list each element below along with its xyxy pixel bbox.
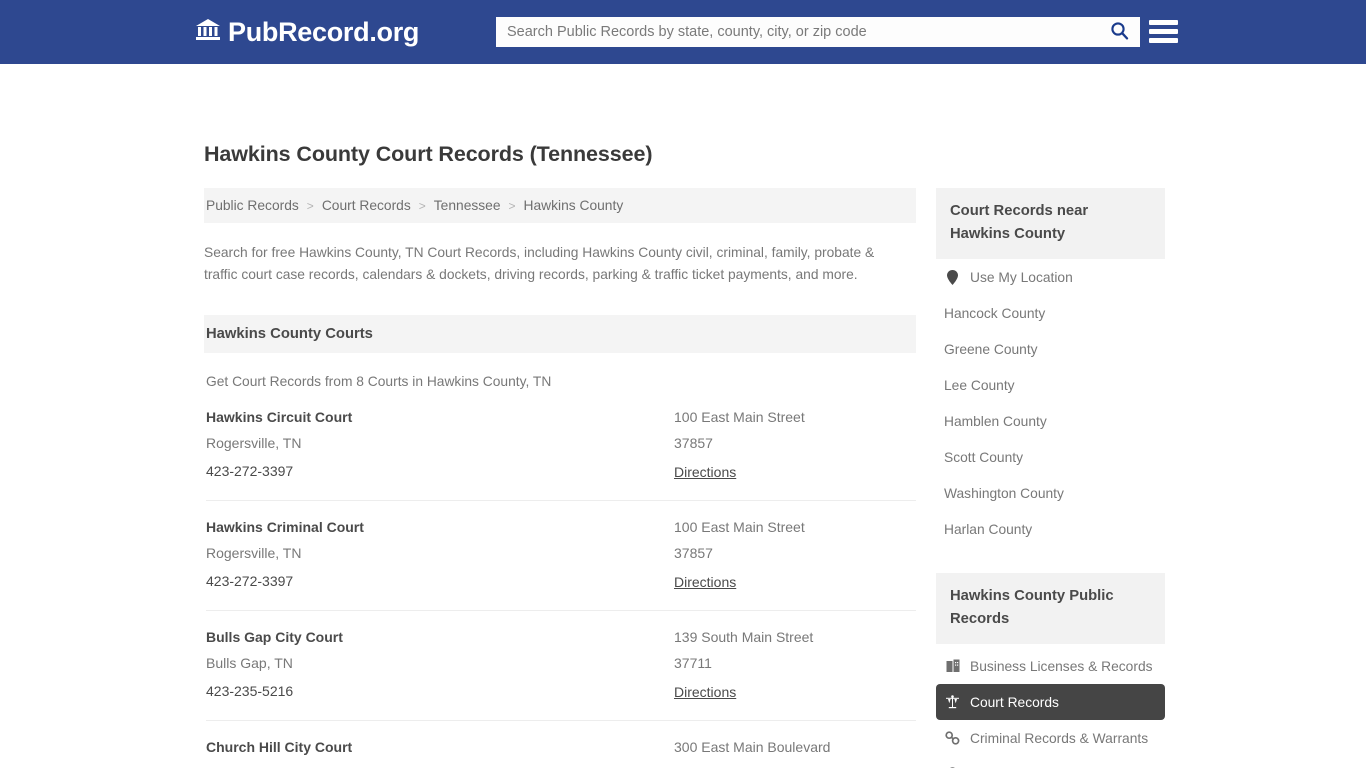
site-logo-text: PubRecord.org (228, 16, 420, 47)
breadcrumb-separator: > (508, 198, 516, 213)
table-row: Church Hill City Court Church Hill, TN 4… (206, 721, 916, 768)
breadcrumb-item-hawkins-county[interactable]: Hawkins County (524, 198, 624, 213)
scales-of-justice-icon (944, 695, 961, 709)
court-city: Bulls Gap, TN (206, 654, 293, 671)
directions-link[interactable]: Directions (674, 465, 736, 479)
search-button[interactable] (1098, 17, 1140, 47)
table-row: Hawkins Circuit Court Rogersville, TN 42… (206, 389, 916, 501)
sidebar-item-label: Lee County (944, 377, 1015, 393)
hamburger-menu-icon (1149, 29, 1178, 34)
sidebar-item-hamblen-county[interactable]: Hamblen County (936, 403, 1165, 439)
sidebar-item-label: Washington County (944, 485, 1064, 501)
sidebar-item-harlan-county[interactable]: Harlan County (936, 511, 1165, 547)
sidebar-item-label: Greene County (944, 341, 1038, 357)
table-row: Bulls Gap City Court Bulls Gap, TN 423-2… (206, 611, 916, 721)
page-body: Hawkins County Court Records (Tennessee)… (0, 64, 1366, 768)
courts-section-subtitle: Get Court Records from 8 Courts in Hawki… (206, 373, 552, 389)
sidebar-item-label: Scott County (944, 449, 1023, 465)
court-info-right: 139 South Main Street 37711 Directions (674, 630, 916, 702)
sidebar-item-label: Use My Location (970, 269, 1073, 285)
hamburger-menu-icon (1149, 20, 1178, 25)
map-pin-icon (944, 269, 961, 285)
directions-link[interactable]: Directions (674, 575, 736, 589)
sidebar-item-scott-county[interactable]: Scott County (936, 439, 1165, 475)
court-info-left: Hawkins Criminal Court Rogersville, TN 4… (206, 520, 674, 592)
page-intro-text: Search for free Hawkins County, TN Court… (204, 245, 875, 283)
sidebar-item-hancock-county[interactable]: Hancock County (936, 295, 1165, 331)
main-content: Hawkins County Court Records (Tennessee)… (204, 142, 916, 768)
page-title: Hawkins County Court Records (Tennessee) (204, 142, 653, 166)
court-street: 139 South Main Street (674, 628, 814, 645)
court-street: 100 East Main Street (674, 408, 805, 425)
sidebar-public-records-group: Hawkins County Public Records Business L… (936, 573, 1165, 768)
court-info-left: Church Hill City Court Church Hill, TN 4… (206, 740, 674, 768)
court-info-right: 100 East Main Street 37857 Directions (674, 520, 916, 592)
sidebar-item-use-my-location[interactable]: Use My Location (936, 259, 1165, 295)
court-city: Rogersville, TN (206, 434, 302, 451)
bank-building-icon (195, 17, 221, 47)
sidebar-item-label: Criminal Records & Warrants (970, 730, 1149, 746)
breadcrumb-item-court-records[interactable]: Court Records (322, 198, 411, 213)
court-phone: 423-272-3397 (206, 462, 294, 479)
sidebar-item-label: Hamblen County (944, 413, 1047, 429)
site-logo[interactable]: PubRecord.org (195, 17, 419, 47)
search-icon (1110, 21, 1129, 43)
court-street: 100 East Main Street (674, 518, 805, 535)
breadcrumb-item-tennessee[interactable]: Tennessee (434, 198, 501, 213)
sidebar-item-label: Harlan County (944, 521, 1033, 537)
sidebar-item-label: Business Licenses & Records (970, 658, 1153, 674)
sidebar-item-business-licenses[interactable]: Business Licenses & Records (936, 648, 1165, 684)
handcuffs-icon (944, 731, 961, 745)
courts-list: Hawkins Circuit Court Rogersville, TN 42… (204, 389, 916, 768)
court-name[interactable]: Bulls Gap City Court (206, 630, 674, 644)
table-row: Hawkins Criminal Court Rogersville, TN 4… (206, 501, 916, 611)
sidebar-public-records-header: Hawkins County Public Records (936, 573, 1165, 645)
sidebar-public-records-list: Business Licenses & Records Court Record… (936, 648, 1165, 768)
court-zip: 37857 (674, 434, 713, 451)
sidebar-item-court-records[interactable]: Court Records (936, 684, 1165, 721)
court-zip: 37857 (674, 544, 713, 561)
search-input[interactable] (496, 17, 1098, 47)
sidebar-item-inmate-jail-records[interactable]: Inmate & Jail Records (936, 756, 1165, 768)
sidebar-nearby-header: Court Records near Hawkins County (936, 188, 1165, 260)
court-phone: 423-272-3397 (206, 572, 294, 589)
briefcase-icon (944, 659, 961, 673)
court-zip: 37711 (674, 654, 712, 671)
court-info-right: 100 East Main Street 37857 Directions (674, 410, 916, 482)
breadcrumb-separator: > (418, 198, 426, 213)
sidebar-item-label: Hancock County (944, 305, 1046, 321)
hamburger-menu-icon (1149, 38, 1178, 43)
court-info-right: 300 East Main Boulevard 37642 Directions (674, 740, 916, 768)
court-name[interactable]: Church Hill City Court (206, 740, 674, 754)
search-bar (496, 17, 1140, 47)
sidebar-item-label: Court Records (970, 694, 1059, 710)
courts-section-header: Hawkins County Courts (204, 314, 916, 353)
court-city: Rogersville, TN (206, 544, 302, 561)
court-info-left: Hawkins Circuit Court Rogersville, TN 42… (206, 410, 674, 482)
court-name[interactable]: Hawkins Criminal Court (206, 520, 674, 534)
sidebar-item-criminal-records[interactable]: Criminal Records & Warrants (936, 720, 1165, 756)
directions-link[interactable]: Directions (674, 685, 736, 699)
court-info-left: Bulls Gap City Court Bulls Gap, TN 423-2… (206, 630, 674, 702)
court-street: 300 East Main Boulevard (674, 738, 831, 755)
breadcrumb: Public Records > Court Records > Tenness… (204, 188, 916, 223)
sidebar-item-lee-county[interactable]: Lee County (936, 367, 1165, 403)
court-name[interactable]: Hawkins Circuit Court (206, 410, 674, 424)
sidebar-item-greene-county[interactable]: Greene County (936, 331, 1165, 367)
sidebar-item-washington-county[interactable]: Washington County (936, 475, 1165, 511)
sidebar: Court Records near Hawkins County Use My… (936, 188, 1165, 768)
court-phone: 423-235-5216 (206, 682, 294, 699)
hamburger-menu-button[interactable] (1149, 18, 1178, 45)
site-header: PubRecord.org (0, 0, 1366, 64)
breadcrumb-item-public-records[interactable]: Public Records (206, 198, 299, 213)
breadcrumb-separator: > (306, 198, 314, 213)
sidebar-nearby-list: Use My Location Hancock County Greene Co… (936, 259, 1165, 547)
